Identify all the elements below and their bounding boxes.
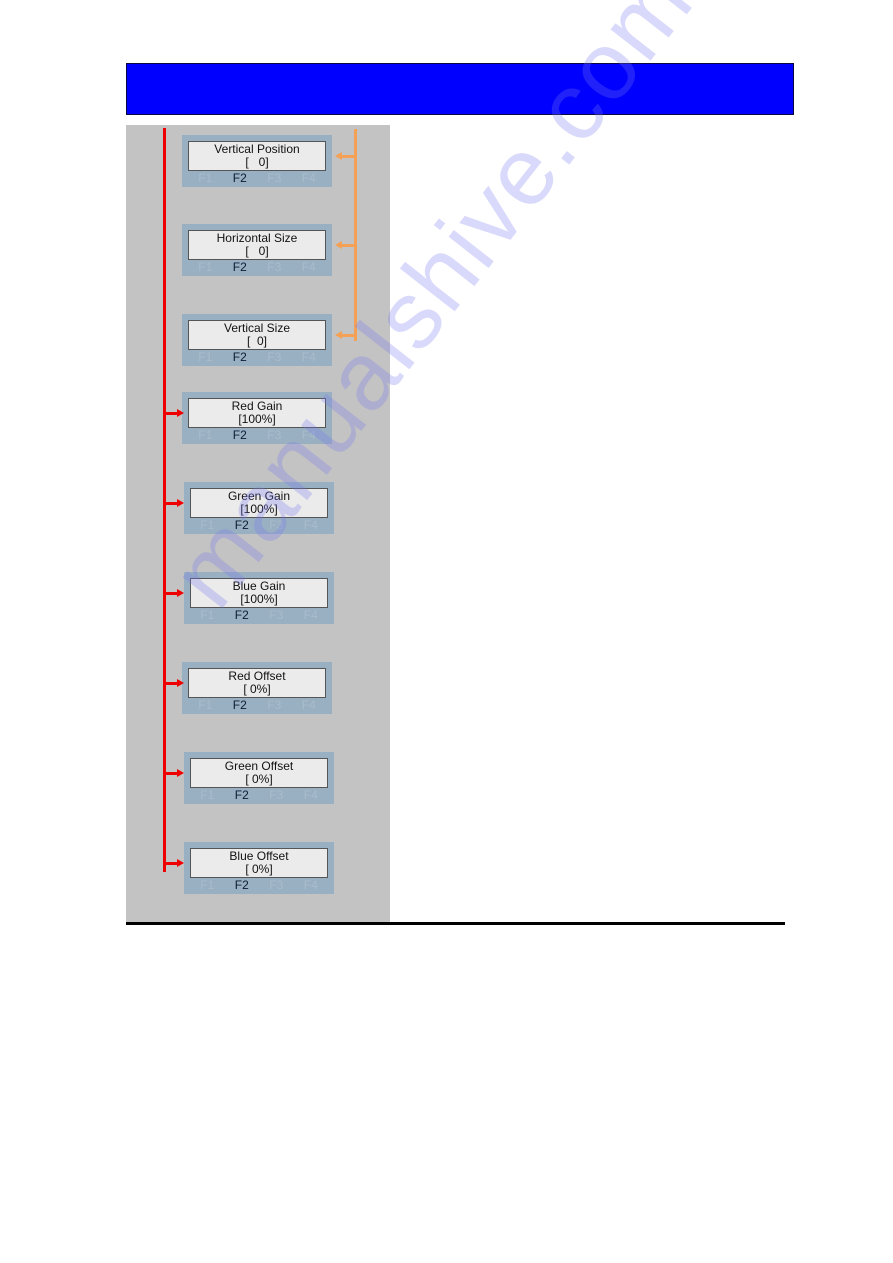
function-key-f3[interactable]: F3 — [267, 260, 281, 275]
arrow-right-icon — [177, 589, 184, 597]
function-key-f3[interactable]: F3 — [269, 518, 283, 533]
osd-screen: Blue Offset[ 0%] — [190, 848, 328, 878]
osd-value: [ 0%] — [245, 862, 273, 876]
tree-branch-line — [163, 682, 177, 685]
function-key-row: F1 F2 F3 F4 — [188, 260, 326, 275]
arrow-left-icon — [335, 152, 342, 160]
osd-box-green-offset: Green Offset[ 0%] F1 F2 F3 F4 — [184, 752, 334, 804]
function-key-f1[interactable]: F1 — [198, 260, 212, 275]
osd-screen: Vertical Size[ 0] — [188, 320, 326, 350]
function-key-f1[interactable]: F1 — [200, 518, 214, 533]
function-key-f1[interactable]: F1 — [198, 350, 212, 365]
osd-screen: Green Gain [100%] — [190, 488, 328, 518]
function-key-f2[interactable]: F2 — [235, 608, 249, 623]
function-key-f4[interactable]: F4 — [304, 878, 318, 893]
function-key-f2[interactable]: F2 — [233, 260, 247, 275]
page-bottom-rule — [126, 922, 785, 925]
function-key-f4[interactable]: F4 — [304, 788, 318, 803]
function-key-f1[interactable]: F1 — [198, 428, 212, 443]
tree-branch-line — [163, 502, 177, 505]
function-key-f4[interactable]: F4 — [302, 698, 316, 713]
osd-screen: Vertical Position[ 0] — [188, 141, 326, 171]
osd-screen: Horizontal Size[ 0] — [188, 230, 326, 260]
function-key-f3[interactable]: F3 — [267, 350, 281, 365]
function-key-f3[interactable]: F3 — [269, 788, 283, 803]
function-key-f2[interactable]: F2 — [233, 698, 247, 713]
arrow-left-icon — [335, 241, 342, 249]
function-key-f2[interactable]: F2 — [235, 878, 249, 893]
osd-screen: Blue Gain [100%] — [190, 578, 328, 608]
function-key-f3[interactable]: F3 — [269, 878, 283, 893]
osd-value: [ 0] — [245, 155, 269, 169]
function-key-f1[interactable]: F1 — [198, 698, 212, 713]
function-key-row: F1 F2 F3 F4 — [190, 518, 328, 533]
arrow-right-icon — [177, 679, 184, 687]
osd-box-blue-gain: Blue Gain [100%] F1 F2 F3 F4 — [184, 572, 334, 624]
osd-box-green-gain: Green Gain [100%] F1 F2 F3 F4 — [184, 482, 334, 534]
function-key-f2[interactable]: F2 — [235, 788, 249, 803]
tree-branch-line — [163, 772, 177, 775]
arrow-right-icon — [177, 769, 184, 777]
osd-value: [ 0] — [245, 244, 269, 258]
tree-branch-line — [163, 412, 177, 415]
function-key-f2[interactable]: F2 — [235, 518, 249, 533]
arrow-right-icon — [177, 409, 184, 417]
function-key-f1[interactable]: F1 — [200, 878, 214, 893]
function-key-f3[interactable]: F3 — [267, 428, 281, 443]
function-key-f4[interactable]: F4 — [302, 260, 316, 275]
bracket-branch-line — [341, 334, 355, 337]
bracket-branch-line — [341, 155, 355, 158]
function-key-f3[interactable]: F3 — [267, 698, 281, 713]
osd-value: [ 0] — [246, 334, 267, 348]
function-key-row: F1 F2 F3 F4 — [188, 171, 326, 186]
function-key-row: F1 F2 F3 F4 — [190, 608, 328, 623]
function-key-row: F1 F2 F3 F4 — [190, 878, 328, 893]
osd-box-vertical-size: Vertical Size[ 0] F1 F2 F3 F4 — [182, 314, 332, 366]
osd-value: [100%] — [240, 592, 278, 606]
osd-box-red-offset: Red Offset[ 0%] F1 F2 F3 F4 — [182, 662, 332, 714]
osd-value: [ 0%] — [243, 682, 271, 696]
function-key-f4[interactable]: F4 — [304, 608, 318, 623]
function-key-row: F1 F2 F3 F4 — [190, 788, 328, 803]
arrow-right-icon — [177, 499, 184, 507]
osd-box-horizontal-size: Horizontal Size[ 0] F1 F2 F3 F4 — [182, 224, 332, 276]
function-key-f4[interactable]: F4 — [304, 518, 318, 533]
osd-box-vertical-position: Vertical Position[ 0] F1 F2 F3 F4 — [182, 135, 332, 187]
osd-value: [ 0%] — [245, 772, 273, 786]
function-key-f4[interactable]: F4 — [302, 171, 316, 186]
osd-value: [100%] — [238, 412, 276, 426]
function-key-f3[interactable]: F3 — [269, 608, 283, 623]
arrow-left-icon — [335, 331, 342, 339]
function-key-row: F1 F2 F3 F4 — [188, 350, 326, 365]
function-key-f2[interactable]: F2 — [233, 428, 247, 443]
function-key-f2[interactable]: F2 — [233, 350, 247, 365]
osd-screen: Green Offset[ 0%] — [190, 758, 328, 788]
osd-value: [100%] — [240, 502, 278, 516]
function-key-f3[interactable]: F3 — [267, 171, 281, 186]
tree-branch-line — [163, 862, 177, 865]
function-key-f4[interactable]: F4 — [302, 350, 316, 365]
function-key-f1[interactable]: F1 — [198, 171, 212, 186]
function-key-row: F1 F2 F3 F4 — [188, 698, 326, 713]
osd-screen: Red Gain [100%] — [188, 398, 326, 428]
function-key-f1[interactable]: F1 — [200, 608, 214, 623]
tree-branch-line — [163, 592, 177, 595]
section-header-bar — [126, 63, 794, 115]
function-key-f1[interactable]: F1 — [200, 788, 214, 803]
main-tree-connector-line — [163, 128, 166, 872]
sub-group-bracket-line — [354, 129, 357, 341]
arrow-right-icon — [177, 859, 184, 867]
function-key-f2[interactable]: F2 — [233, 171, 247, 186]
function-key-row: F1 F2 F3 F4 — [188, 428, 326, 443]
osd-box-blue-offset: Blue Offset[ 0%] F1 F2 F3 F4 — [184, 842, 334, 894]
osd-box-red-gain: Red Gain [100%] F1 F2 F3 F4 — [182, 392, 332, 444]
bracket-branch-line — [341, 244, 355, 247]
osd-screen: Red Offset[ 0%] — [188, 668, 326, 698]
function-key-f4[interactable]: F4 — [302, 428, 316, 443]
